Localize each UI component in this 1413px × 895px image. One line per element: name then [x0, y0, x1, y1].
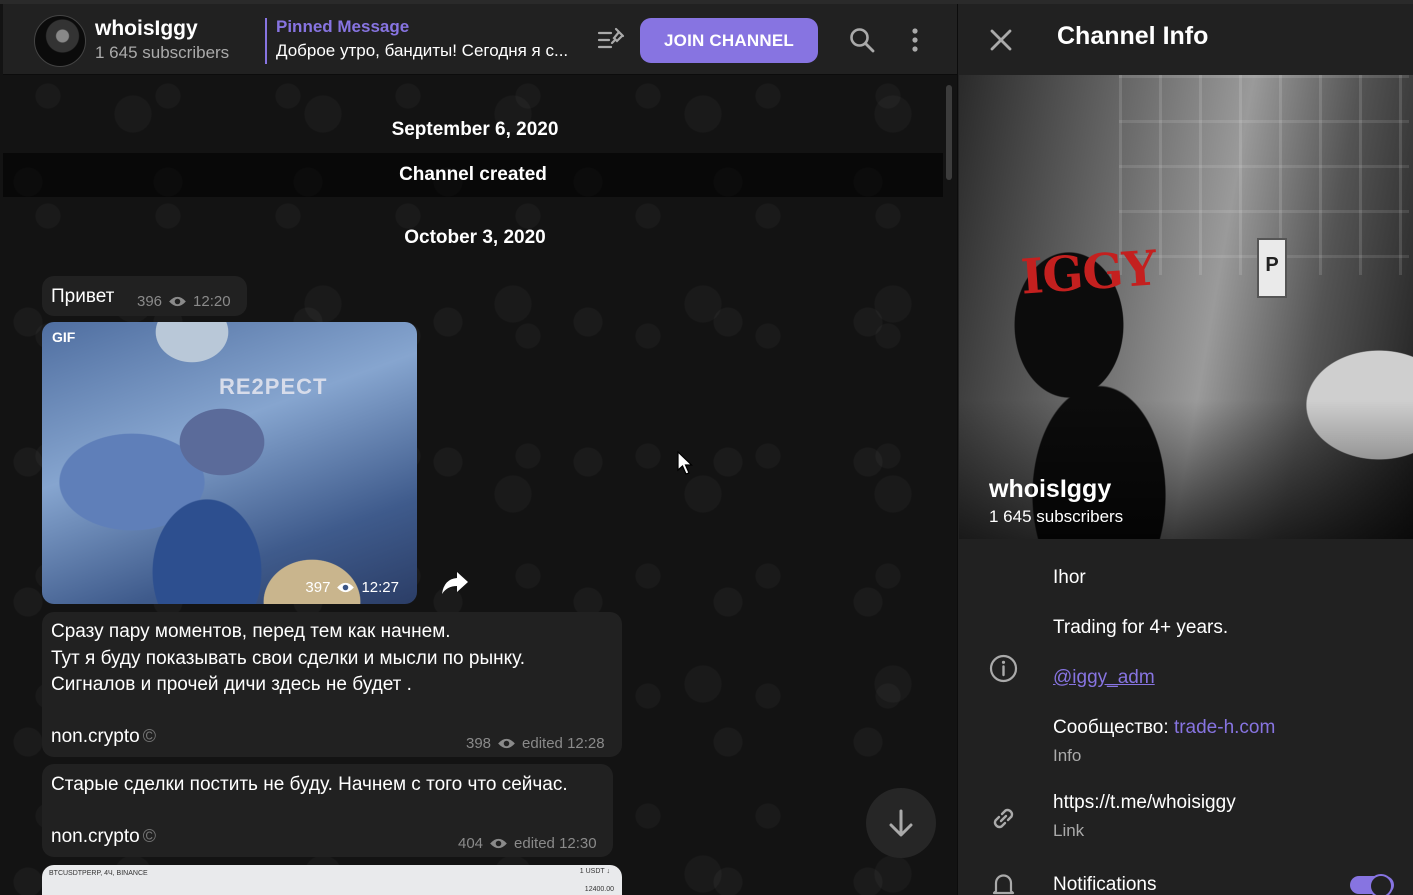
about-caption: Info — [1053, 746, 1082, 765]
chat-header: whoisIggy 1 645 subscribers Pinned Messa… — [3, 4, 957, 75]
views-eye-icon — [490, 838, 507, 849]
message-meta: 404 edited 12:30 — [458, 835, 597, 852]
date-separator: September 6, 2020 — [391, 119, 559, 140]
message-bubble[interactable]: Привет 396 12:20 — [42, 276, 247, 316]
channel-info-panel: Channel Info IGGY P whoisIggy 1 645 subs… — [957, 4, 1413, 895]
view-count: 404 — [458, 835, 484, 852]
channel-link[interactable]: https://t.me/whoisiggy — [1053, 792, 1236, 814]
views-eye-icon — [498, 738, 515, 749]
gif-badge: GIF — [52, 329, 76, 345]
date-separator: October 3, 2020 — [404, 227, 546, 248]
about-line: Ihor — [1053, 567, 1086, 588]
info-icon — [989, 654, 1018, 683]
channel-title[interactable]: whoisIggy — [95, 17, 198, 41]
message-text-line: Сразу пару моментов, перед тем как начне… — [51, 621, 451, 642]
views-eye-icon — [169, 296, 186, 307]
cover-parking-sign: P — [1257, 238, 1287, 298]
chat-area: whoisIggy 1 645 subscribers Pinned Messa… — [0, 0, 957, 895]
link-icon — [993, 808, 1014, 829]
message-signature: non.crypto © — [51, 823, 156, 850]
about-line: Trading for 4+ years. — [1053, 617, 1229, 638]
pinned-message[interactable]: Pinned Message Доброе утро, бандиты! Сег… — [265, 17, 585, 64]
message-bubble[interactable]: Старые сделки постить не буду. Начнем с … — [42, 764, 613, 857]
arrow-down-icon — [889, 809, 913, 837]
message-text-line: Сигналов и прочей дичи здесь не будет . — [51, 674, 412, 695]
channel-subscribers: 1 645 subscribers — [95, 43, 230, 62]
community-line: Сообщество: trade-h.com — [1053, 717, 1275, 739]
gif-image-content: RE2PECT — [219, 374, 328, 399]
community-link[interactable]: trade-h.com — [1174, 717, 1275, 738]
panel-title: Channel Info — [1057, 22, 1209, 50]
message-text: Привет — [51, 286, 115, 307]
more-menu-icon[interactable] — [903, 24, 927, 56]
message-time: edited 12:30 — [514, 835, 597, 852]
search-icon[interactable] — [848, 26, 876, 54]
notifications-toggle[interactable] — [1350, 874, 1394, 895]
join-channel-button[interactable]: JOIN CHANNEL — [640, 18, 818, 63]
forward-share-icon[interactable] — [440, 569, 470, 597]
message-text-line: Тут я буду показывать свои сделки и мысл… — [51, 648, 525, 669]
view-count: 396 — [137, 293, 163, 310]
mouse-cursor-icon — [677, 451, 693, 475]
chart-currency-tag: 1 USDT ↓ — [579, 868, 610, 875]
views-eye-icon — [337, 582, 355, 593]
view-count: 397 — [305, 579, 331, 596]
notifications-label: Notifications — [1053, 874, 1157, 895]
message-text: Старые сделки постить не буду. Начнем с … — [51, 774, 568, 795]
pinned-list-icon[interactable] — [597, 26, 625, 54]
message-meta: 396 12:20 — [137, 293, 231, 310]
service-message: Channel created — [3, 153, 943, 197]
pinned-message-title: Pinned Message — [276, 17, 410, 36]
bell-icon — [992, 874, 1015, 895]
link-caption: Link — [1053, 821, 1085, 840]
channel-avatar[interactable] — [34, 15, 86, 67]
gif-message[interactable]: GIF RE2PECT 397 12:27 — [42, 322, 417, 604]
chart-price-label: 12400.00 — [584, 886, 614, 893]
message-bubble[interactable]: Сразу пару моментов, перед тем как начне… — [42, 612, 622, 757]
message-time: 12:27 — [361, 579, 399, 596]
community-label: Сообщество: — [1053, 717, 1174, 738]
chat-scrollbar[interactable] — [946, 85, 952, 180]
scroll-to-bottom-button[interactable] — [866, 788, 936, 858]
copyright-icon: © — [142, 726, 156, 746]
message-meta: 398 edited 12:28 — [466, 735, 605, 752]
panel-header: Channel Info — [958, 4, 1413, 75]
chart-image-message[interactable]: BTCUSDTPERP, 4Ч, BINANCE 1 USDT ↓ 12400.… — [42, 865, 622, 895]
signature-text: non.crypto — [51, 726, 140, 747]
chart-symbol-label: BTCUSDTPERP, 4Ч, BINANCE — [49, 870, 148, 877]
message-time: 12:20 — [193, 293, 231, 310]
window-top-edge — [0, 0, 1413, 4]
pinned-message-text: Доброе утро, бандиты! Сегодня я с... — [276, 41, 569, 60]
view-count: 398 — [466, 735, 492, 752]
admin-mention-link[interactable]: @iggy_adm — [1053, 667, 1155, 689]
message-meta: 397 12:27 — [305, 579, 399, 596]
cover-channel-name: whoisIggy — [989, 475, 1112, 503]
copyright-icon: © — [142, 826, 156, 846]
close-icon[interactable] — [988, 27, 1014, 53]
channel-cover-photo[interactable]: IGGY P whoisIggy 1 645 subscribers — [959, 75, 1413, 539]
message-time: edited 12:28 — [522, 735, 605, 752]
signature-text: non.crypto — [51, 826, 140, 847]
cover-hoodie-logo: IGGY — [1019, 240, 1158, 306]
message-signature: non.crypto © — [51, 723, 156, 750]
cover-subscribers: 1 645 subscribers — [989, 507, 1124, 526]
